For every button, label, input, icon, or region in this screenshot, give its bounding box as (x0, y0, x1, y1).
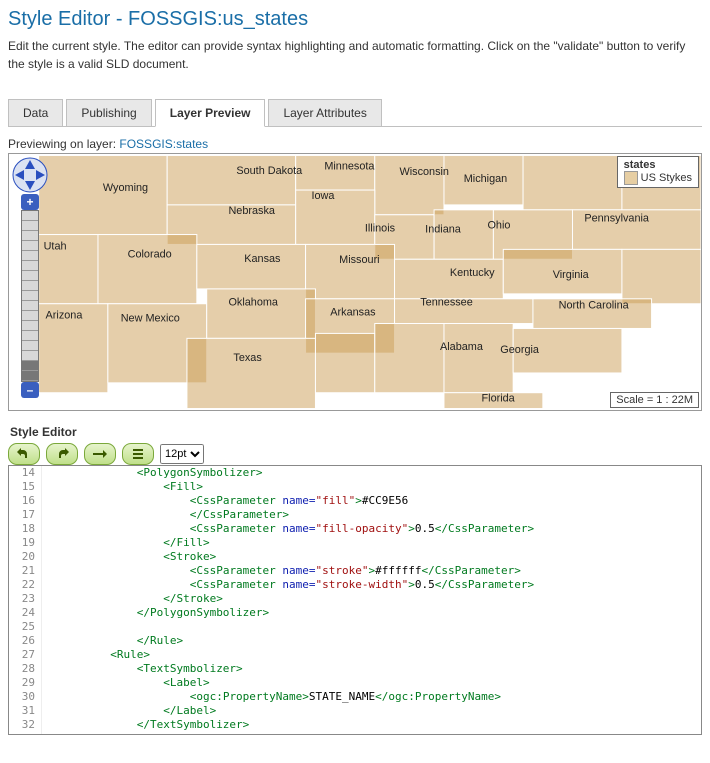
zoom-slider[interactable] (21, 210, 39, 382)
page-title: Style Editor - FOSSGIS:us_states (8, 8, 702, 31)
svg-text:Illinois: Illinois (365, 223, 396, 235)
goto-line-button[interactable] (84, 443, 116, 465)
svg-text:Kentucky: Kentucky (450, 267, 495, 279)
map-legend: states US Stykes (617, 156, 699, 188)
zoom-out-button[interactable]: – (21, 382, 39, 398)
zoom-control[interactable]: + – (21, 194, 39, 398)
tab-layer-preview[interactable]: Layer Preview (155, 99, 266, 127)
svg-text:Nebraska: Nebraska (228, 205, 275, 217)
reformat-button[interactable] (122, 443, 154, 465)
svg-text:South Dakota: South Dakota (236, 165, 303, 177)
map-canvas[interactable]: Wyoming South Dakota Minnesota Iowa Wisconsi… (9, 154, 701, 410)
svg-text:Alabama: Alabama (440, 341, 484, 353)
page-description: Edit the current style. The editor can p… (8, 37, 702, 73)
map-preview[interactable]: Wyoming South Dakota Minnesota Iowa Wisconsi… (8, 153, 702, 411)
svg-text:Arkansas: Arkansas (330, 307, 376, 319)
svg-text:Utah: Utah (44, 240, 67, 252)
legend-item: US Stykes (641, 172, 692, 184)
redo-button[interactable] (46, 443, 78, 465)
preview-layer-link[interactable]: FOSSGIS:states (119, 137, 208, 151)
code-editor[interactable]: 14 <PolygonSymbolizer>15 <Fill>16 <CssPa… (8, 465, 702, 735)
tab-bar: DataPublishingLayer PreviewLayer Attribu… (8, 99, 702, 127)
svg-text:New Mexico: New Mexico (121, 313, 180, 325)
map-scale: Scale = 1 : 22M (610, 392, 699, 408)
svg-text:Missouri: Missouri (339, 254, 379, 266)
tab-publishing[interactable]: Publishing (66, 99, 151, 127)
font-size-select[interactable]: 12pt (160, 444, 204, 464)
zoom-in-button[interactable]: + (21, 194, 39, 210)
svg-text:Tennessee: Tennessee (420, 297, 473, 309)
tab-data[interactable]: Data (8, 99, 63, 127)
svg-text:Georgia: Georgia (500, 344, 540, 356)
svg-text:Arizona: Arizona (46, 310, 84, 322)
svg-text:Michigan: Michigan (464, 173, 507, 185)
svg-text:Colorado: Colorado (128, 248, 172, 260)
svg-text:Oklahoma: Oklahoma (228, 297, 278, 309)
svg-text:Pennsylvania: Pennsylvania (584, 213, 650, 225)
svg-text:Ohio: Ohio (487, 220, 510, 232)
legend-title: states (624, 159, 692, 171)
style-editor-title: Style Editor (10, 425, 702, 439)
svg-text:Iowa: Iowa (312, 190, 336, 202)
svg-text:Wyoming: Wyoming (103, 182, 148, 194)
svg-text:Minnesota: Minnesota (324, 160, 375, 172)
undo-button[interactable] (8, 443, 40, 465)
legend-swatch (624, 171, 638, 185)
svg-text:Indiana: Indiana (425, 224, 462, 236)
svg-text:Texas: Texas (233, 352, 262, 364)
tab-layer-attributes[interactable]: Layer Attributes (268, 99, 381, 127)
svg-text:Wisconsin: Wisconsin (399, 166, 448, 178)
svg-text:Virginia: Virginia (553, 269, 590, 281)
svg-text:Kansas: Kansas (244, 253, 281, 265)
pan-control[interactable] (12, 157, 48, 193)
svg-text:Florida: Florida (482, 393, 516, 405)
preview-prefix: Previewing on layer: (8, 137, 119, 151)
svg-text:North Carolina: North Carolina (559, 300, 630, 312)
editor-toolbar: 12pt (8, 443, 702, 465)
preview-layer-line: Previewing on layer: FOSSGIS:states (8, 137, 702, 151)
